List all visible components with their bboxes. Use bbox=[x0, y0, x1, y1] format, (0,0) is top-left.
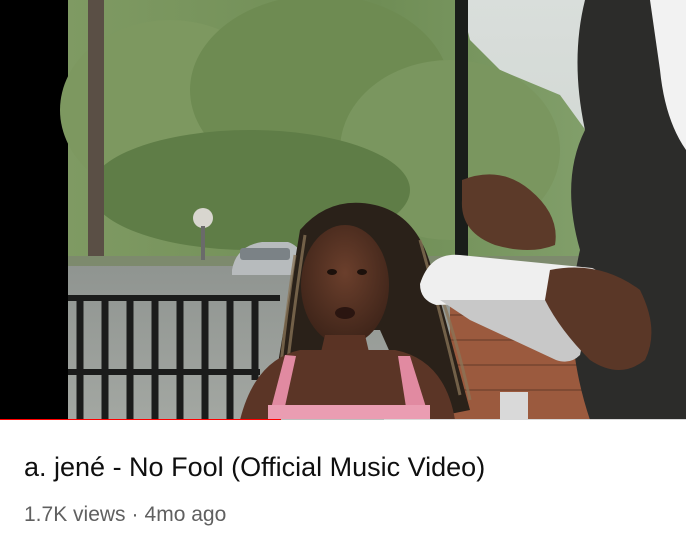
upload-age: 4mo ago bbox=[144, 503, 227, 526]
video-meta: 1.7K views · 4mo ago bbox=[24, 502, 664, 528]
video-title[interactable]: a. jené - No Fool (Official Music Video) bbox=[24, 450, 664, 484]
video-info[interactable]: a. jené - No Fool (Official Music Video)… bbox=[24, 450, 664, 528]
video-player[interactable] bbox=[0, 0, 686, 420]
view-count: 1.7K views bbox=[24, 503, 126, 526]
progress-bar[interactable] bbox=[0, 419, 686, 420]
meta-separator: · bbox=[131, 503, 139, 526]
progress-played bbox=[0, 419, 282, 420]
video-frame[interactable] bbox=[0, 0, 686, 420]
video-card[interactable]: a. jené - No Fool (Official Music Video)… bbox=[0, 0, 686, 547]
